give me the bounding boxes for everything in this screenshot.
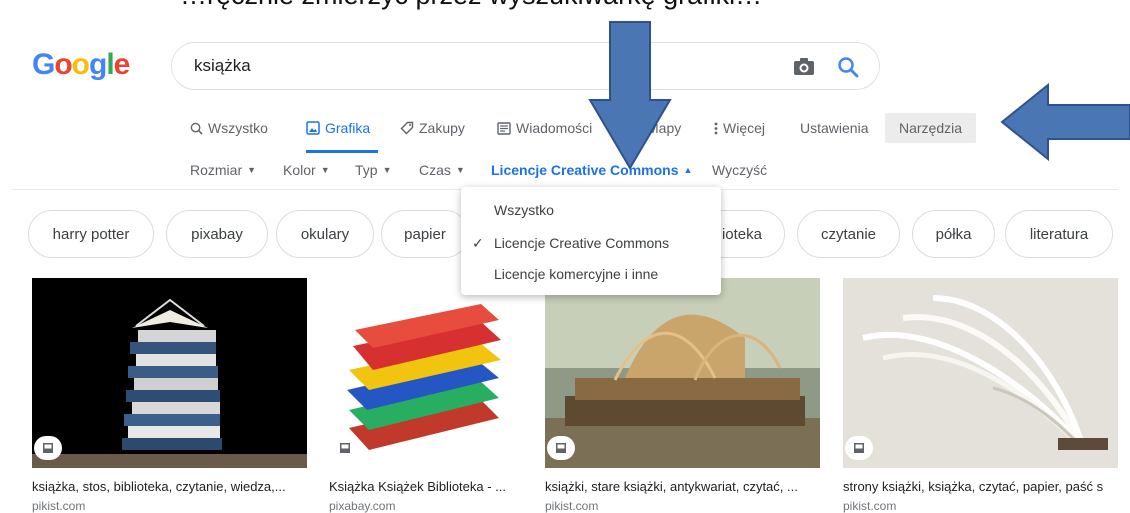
news-icon [497,121,511,135]
tab-wszystko[interactable]: Wszystko [190,120,268,136]
filter-label: Czas [419,162,451,178]
colorful-books-image [329,278,522,468]
filter-typ[interactable]: Typ ▼ [355,162,392,178]
filter-label: Wyczyść [712,162,768,178]
result-source[interactable]: pikist.com [32,499,85,513]
result-caption[interactable]: strony książki, książka, czytać, papier,… [843,479,1130,494]
filter-label: Typ [355,162,378,178]
filter-kolor[interactable]: Kolor ▼ [283,162,330,178]
image-badge-icon [845,436,873,460]
image-result[interactable] [32,278,307,468]
left-arrow-annotation [1000,83,1130,161]
image-result[interactable] [545,278,820,468]
top-caption-strip: …ręcznie zmierzyć przez wyszukiwarkę gra… [0,0,1130,18]
active-tab-indicator [306,150,378,153]
top-caption: …ręcznie zmierzyć przez wyszukiwarkę gra… [180,0,762,11]
result-source[interactable]: pikist.com [545,499,598,513]
down-arrow-annotation [588,21,672,170]
tab-label: Grafika [325,120,371,136]
image-badge-icon [547,436,575,460]
chip-okulary[interactable]: okulary [276,210,374,258]
search-icon[interactable] [836,55,860,79]
chip-harry-potter[interactable]: harry potter [28,210,154,258]
tab-wiecej[interactable]: Więcej [714,120,765,136]
old-books-image [545,278,820,468]
caret-down-icon: ▼ [455,165,465,175]
filter-wyczysc[interactable]: Wyczyść [712,162,767,178]
book-pages-image [843,278,1118,468]
check-icon: ✓ [472,235,484,251]
search-box[interactable] [171,42,880,90]
tab-label: Więcej [723,120,766,136]
filter-label: Kolor [283,162,316,178]
result-source[interactable]: pixabay.com [329,499,395,513]
result-caption[interactable]: Książka Książek Biblioteka - ... [329,479,529,494]
image-result[interactable] [843,278,1118,468]
tab-label: Zakupy [419,120,465,136]
tab-ustawienia[interactable]: Ustawienia [800,120,868,136]
image-icon [306,121,320,135]
search-icon [190,122,203,135]
tab-grafika[interactable]: Grafika [306,120,370,136]
dropdown-option-komercyjne[interactable]: Licencje komercyjne i inne [494,266,658,282]
tools-button[interactable]: Narzędzia [885,113,976,143]
tab-zakupy[interactable]: Zakupy [400,120,465,136]
caret-down-icon: ▼ [320,165,330,175]
tab-wiadomosci[interactable]: Wiadomości [497,120,592,136]
chip-polka[interactable]: półka [912,210,995,258]
chip-pixabay[interactable]: pixabay [166,210,268,258]
caret-up-icon: ▲ [683,165,693,175]
chip-czytanie[interactable]: czytanie [797,210,900,258]
result-caption[interactable]: książki, stare książki, antykwariat, czy… [545,479,825,494]
book-stack-image [32,278,307,468]
google-logo[interactable]: Google [32,48,130,82]
image-result[interactable] [329,278,522,468]
tag-icon [400,121,414,135]
caret-down-icon: ▼ [247,165,257,175]
more-vert-icon [714,122,718,134]
filter-czas[interactable]: Czas ▼ [419,162,465,178]
image-badge-icon [34,436,62,460]
result-caption[interactable]: książka, stos, biblioteka, czytanie, wie… [32,479,312,494]
tab-label: Ustawienia [800,120,869,136]
chip-papier[interactable]: papier [381,210,469,258]
filter-label: Rozmiar [190,162,243,178]
dropdown-option-creative-commons[interactable]: Licencje Creative Commons [494,235,669,251]
caret-down-icon: ▼ [382,165,392,175]
tab-label: Wiadomości [516,120,593,136]
chip-literatura[interactable]: literatura [1005,210,1113,258]
camera-icon[interactable] [792,57,816,77]
filter-rozmiar[interactable]: Rozmiar ▼ [190,162,256,178]
image-badge-icon [331,436,359,460]
license-dropdown-menu: Wszystko ✓ Licencje Creative Commons Lic… [461,187,721,295]
tab-label: Wszystko [208,120,268,136]
result-source[interactable]: pikist.com [843,499,896,513]
dropdown-option-wszystko[interactable]: Wszystko [494,202,554,218]
